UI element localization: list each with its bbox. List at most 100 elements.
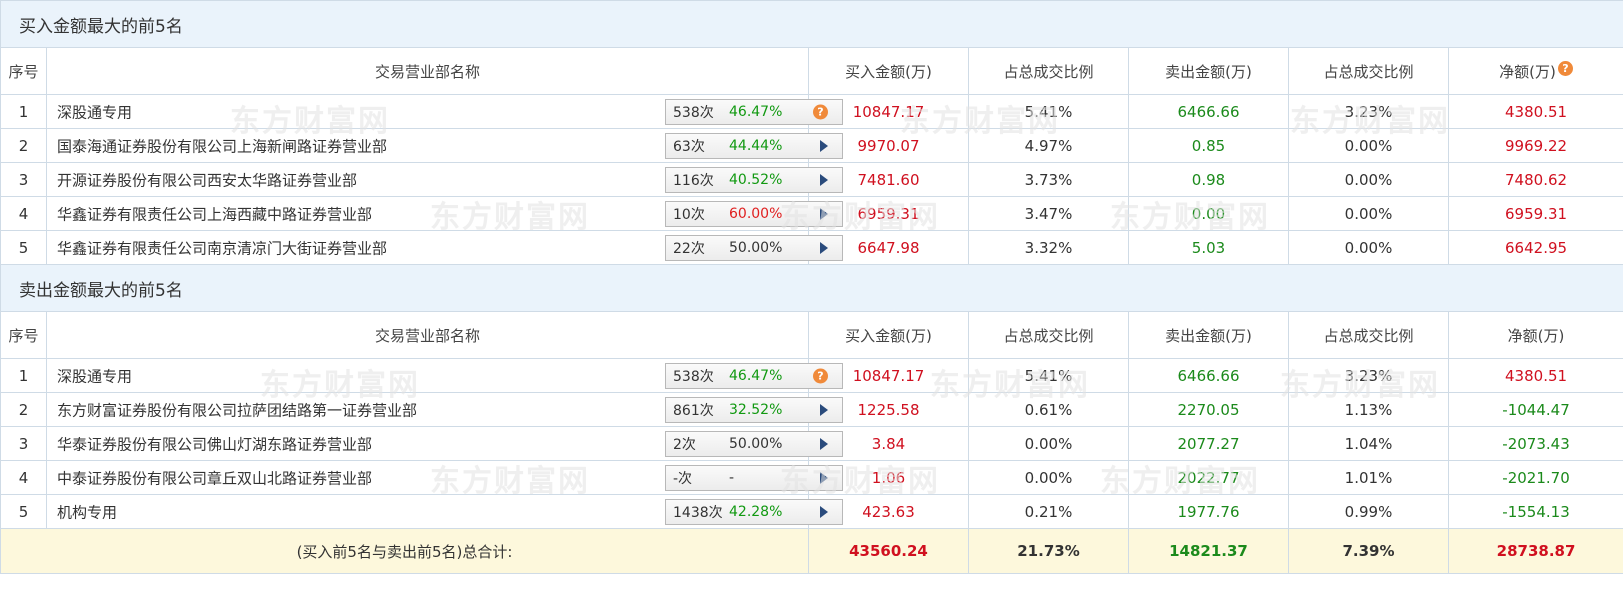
appearance-count: 63次	[673, 138, 705, 155]
branch-stat-box[interactable]: 861次 32.52%	[665, 396, 843, 423]
table-row: 5 华鑫证券有限责任公司南京清凉门大街证券营业部 22次 50.00% 6647.98 3…	[0, 230, 1623, 265]
branch-name[interactable]: 深股通专用	[57, 365, 132, 386]
branch-stat-box[interactable]: 1438次 42.28%	[665, 498, 843, 525]
play-arrow-icon[interactable]	[820, 241, 828, 254]
total-net: 28738.87	[1447, 528, 1623, 574]
sell-ratio: 1.13%	[1288, 392, 1449, 427]
sell-ratio: 1.04%	[1288, 426, 1449, 461]
col-idx-header: 序号	[0, 311, 47, 359]
success-rate: 50.00%	[729, 435, 783, 452]
net-amount: 6642.95	[1447, 230, 1623, 265]
net-amount: 7480.62	[1447, 162, 1623, 197]
branch-stat-box[interactable]: 22次 50.00%	[665, 234, 843, 261]
net-amount: 6959.31	[1447, 196, 1623, 231]
branch-name[interactable]: 深股通专用	[57, 101, 132, 122]
branch-stat-box[interactable]: -次 -	[665, 464, 843, 491]
sell-ratio: 3.23%	[1288, 94, 1449, 129]
sell-amount: 6466.66	[1128, 94, 1289, 129]
branch-stat-box[interactable]: 63次 44.44%	[665, 132, 843, 159]
question-icon[interactable]: ?	[1557, 60, 1573, 76]
row-index: 5	[0, 230, 47, 265]
table-row: 3 华泰证券股份有限公司佛山灯湖东路证券营业部 2次 50.00% 3.84 0.00% 2…	[0, 426, 1623, 461]
question-icon[interactable]: ?	[813, 104, 828, 119]
play-arrow-icon[interactable]	[820, 207, 828, 220]
buy-ratio: 0.00%	[968, 460, 1129, 495]
branch-stat-box[interactable]: 2次 50.00%	[665, 430, 843, 457]
appearance-count: 861次	[673, 402, 714, 419]
sell-ratio: 0.99%	[1288, 494, 1449, 529]
col-sell-header: 卖出金额(万)	[1128, 47, 1289, 95]
buy-header-row: 序号 交易营业部名称 买入金额(万) 占总成交比例 卖出金额(万) 占总成交比例…	[0, 47, 1623, 95]
table-row: 1 深股通专用 538次 46.47%? 10847.17 5.41% 6466.66 3.2…	[0, 94, 1623, 129]
row-index: 2	[0, 392, 47, 427]
row-index: 1	[0, 94, 47, 129]
net-amount: 4380.51	[1447, 358, 1623, 393]
col-name-header: 交易营业部名称	[46, 47, 809, 95]
branch-name[interactable]: 华鑫证券有限责任公司南京清凉门大街证券营业部	[57, 237, 387, 258]
appearance-count: 22次	[673, 240, 705, 257]
appearance-count: 1438次	[673, 504, 723, 521]
branch-name-cell: 中泰证券股份有限公司章丘双山北路证券营业部 -次 -	[46, 460, 843, 495]
play-arrow-icon[interactable]	[820, 471, 828, 484]
appearance-count: 538次	[673, 368, 714, 385]
branch-stat-box[interactable]: 538次 46.47%?	[665, 362, 843, 389]
branch-name-cell: 华鑫证券有限责任公司南京清凉门大街证券营业部 22次 50.00%	[46, 230, 843, 265]
buy-ratio: 0.61%	[968, 392, 1129, 427]
branch-stat-box[interactable]: 10次 60.00%	[665, 200, 843, 227]
branch-stat-box[interactable]: 538次 46.47%?	[665, 98, 843, 125]
col-buy-header: 买入金额(万)	[808, 311, 969, 359]
sell-section-title: 卖出金额最大的前5名	[0, 264, 1623, 312]
row-index: 5	[0, 494, 47, 529]
branch-name[interactable]: 华鑫证券有限责任公司上海西藏中路证券营业部	[57, 203, 372, 224]
branch-name[interactable]: 中泰证券股份有限公司章丘双山北路证券营业部	[57, 467, 372, 488]
branch-name-cell: 深股通专用 538次 46.47%?	[46, 94, 843, 129]
branch-name[interactable]: 开源证券股份有限公司西安太华路证券营业部	[57, 169, 357, 190]
total-label: (买入前5名与卖出前5名)总合计:	[0, 528, 809, 574]
net-amount: 4380.51	[1447, 94, 1623, 129]
buy-ratio: 3.73%	[968, 162, 1129, 197]
col-idx-header: 序号	[0, 47, 47, 95]
appearance-count: 538次	[673, 104, 714, 121]
net-amount: -2021.70	[1447, 460, 1623, 495]
buy-ratio: 3.32%	[968, 230, 1129, 265]
play-arrow-icon[interactable]	[820, 139, 828, 152]
sell-amount: 0.85	[1128, 128, 1289, 163]
branch-name-cell: 机构专用 1438次 42.28%	[46, 494, 843, 529]
branch-name[interactable]: 国泰海通证券股份有限公司上海新闸路证券营业部	[57, 135, 387, 156]
net-amount: -2073.43	[1447, 426, 1623, 461]
play-arrow-icon[interactable]	[820, 437, 828, 450]
branch-name-cell: 国泰海通证券股份有限公司上海新闸路证券营业部 63次 44.44%	[46, 128, 843, 163]
sell-amount: 5.03	[1128, 230, 1289, 265]
success-rate: 60.00%	[729, 205, 783, 222]
col-net-label: 净额(万)	[1499, 62, 1556, 81]
row-index: 1	[0, 358, 47, 393]
sell-amount: 1977.76	[1128, 494, 1289, 529]
question-icon[interactable]: ?	[813, 368, 828, 383]
table-row: 2 国泰海通证券股份有限公司上海新闸路证券营业部 63次 44.44% 9970.07 4…	[0, 128, 1623, 163]
branch-name[interactable]: 东方财富证券股份有限公司拉萨团结路第一证券营业部	[57, 399, 417, 420]
col-sell-ratio-header: 占总成交比例	[1288, 47, 1449, 95]
buy-ratio: 5.41%	[968, 358, 1129, 393]
sell-ratio: 0.00%	[1288, 196, 1449, 231]
success-rate: 50.00%	[729, 239, 783, 256]
sell-amount: 0.00	[1128, 196, 1289, 231]
branch-name[interactable]: 华泰证券股份有限公司佛山灯湖东路证券营业部	[57, 433, 372, 454]
play-arrow-icon[interactable]	[820, 403, 828, 416]
col-name-header: 交易营业部名称	[46, 311, 809, 359]
total-buy-ratio: 21.73%	[968, 528, 1129, 574]
buy-ratio: 4.97%	[968, 128, 1129, 163]
branch-name-cell: 东方财富证券股份有限公司拉萨团结路第一证券营业部 861次 32.52%	[46, 392, 843, 427]
sell-ratio: 3.23%	[1288, 358, 1449, 393]
sell-header-row: 序号 交易营业部名称 买入金额(万) 占总成交比例 卖出金额(万) 占总成交比例…	[0, 311, 1623, 359]
sell-amount: 2077.27	[1128, 426, 1289, 461]
table-row: 5 机构专用 1438次 42.28% 423.63 0.21% 1977.76 0.99% -…	[0, 494, 1623, 529]
play-arrow-icon[interactable]	[820, 173, 828, 186]
success-rate: 32.52%	[729, 401, 783, 418]
branch-name-cell: 开源证券股份有限公司西安太华路证券营业部 116次 40.52%	[46, 162, 843, 197]
table-row: 4 中泰证券股份有限公司章丘双山北路证券营业部 -次 -1.06 0.00% 2022.7…	[0, 460, 1623, 495]
row-index: 3	[0, 426, 47, 461]
net-amount: 9969.22	[1447, 128, 1623, 163]
branch-name[interactable]: 机构专用	[57, 501, 117, 522]
branch-stat-box[interactable]: 116次 40.52%	[665, 166, 843, 193]
play-arrow-icon[interactable]	[820, 505, 828, 518]
